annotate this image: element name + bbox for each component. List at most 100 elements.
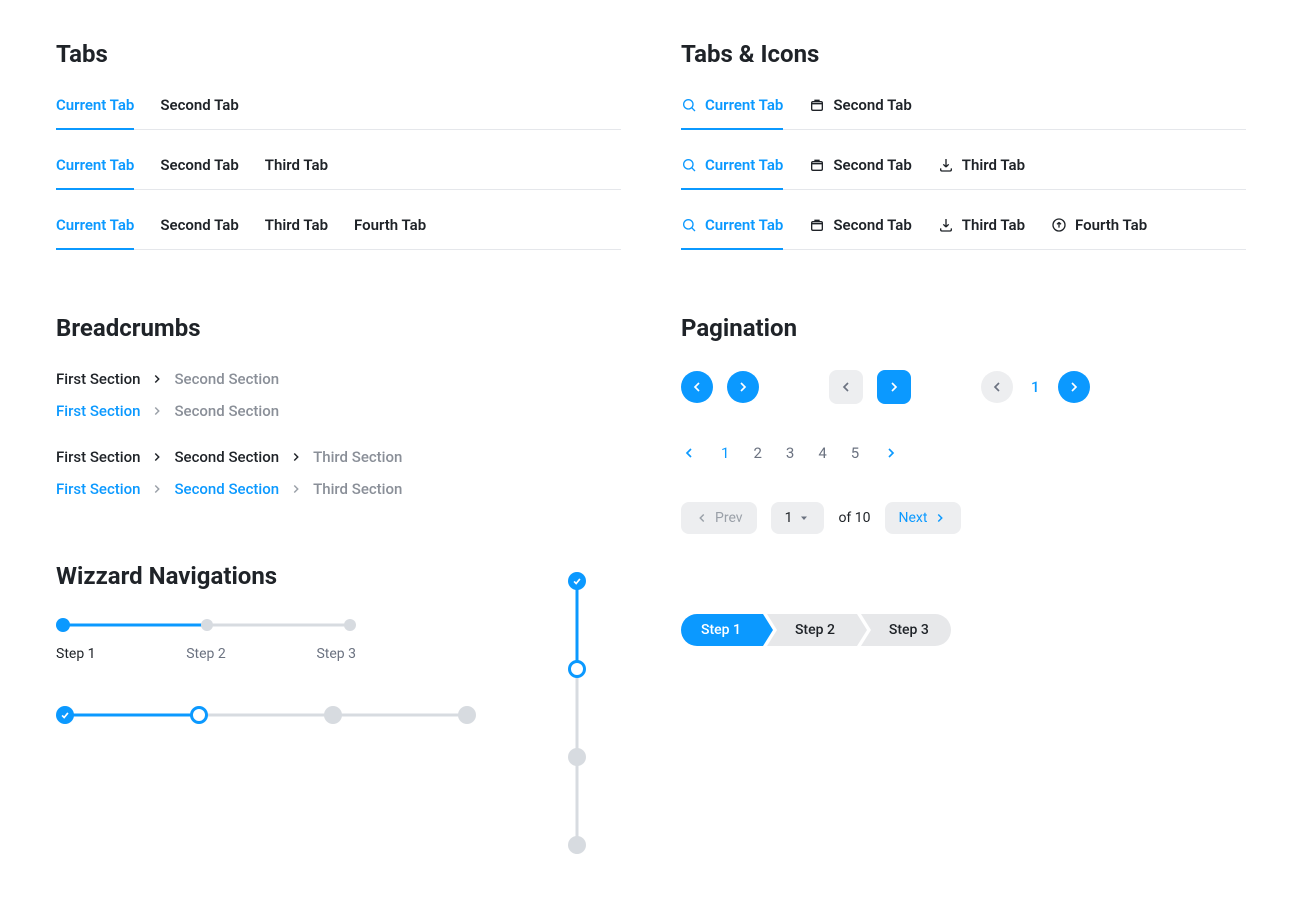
wizard-4step bbox=[56, 706, 476, 724]
pagination-numbers: 1 2 3 4 5 bbox=[681, 444, 1246, 462]
download-icon bbox=[938, 217, 954, 233]
chevron-right-icon bbox=[150, 482, 164, 496]
chevron-right-icon bbox=[150, 450, 164, 464]
wizard-dot-3[interactable] bbox=[324, 706, 342, 724]
next-button[interactable] bbox=[877, 370, 911, 404]
tabbar-2: Current Tab Second Tab bbox=[56, 96, 621, 130]
wizard-dot-2[interactable] bbox=[201, 619, 213, 631]
tabbar-icons-2: Current Tab Second Tab bbox=[681, 96, 1246, 130]
tabbar-4: Current Tab Second Tab Third Tab Fourth … bbox=[56, 216, 621, 250]
prev-button[interactable] bbox=[829, 370, 863, 404]
crumb-first[interactable]: First Section bbox=[56, 402, 140, 420]
vwiz-dot-3[interactable] bbox=[568, 748, 586, 766]
wizard-label-2: Step 2 bbox=[186, 646, 226, 662]
crumb-third: Third Section bbox=[313, 448, 402, 466]
tab-current[interactable]: Current Tab bbox=[56, 96, 134, 130]
vwiz-dot-current[interactable] bbox=[568, 660, 586, 678]
page-4[interactable]: 4 bbox=[818, 444, 826, 462]
tab-current[interactable]: Current Tab bbox=[681, 96, 783, 130]
section-title-wizard: Wizzard Navigations bbox=[56, 562, 621, 590]
search-icon bbox=[681, 97, 697, 113]
tab-second[interactable]: Second Tab bbox=[160, 96, 238, 130]
next-button[interactable]: Next bbox=[885, 502, 962, 534]
next-button[interactable] bbox=[727, 371, 759, 403]
tab-second[interactable]: Second Tab bbox=[809, 216, 911, 250]
section-title-breadcrumbs: Breadcrumbs bbox=[56, 314, 621, 342]
page-number: 1 bbox=[1027, 378, 1044, 396]
prev-button[interactable] bbox=[681, 371, 713, 403]
box-icon bbox=[809, 217, 825, 233]
section-title-tabs-icons: Tabs & Icons bbox=[681, 40, 1246, 68]
search-icon bbox=[681, 217, 697, 233]
wizard-step-3[interactable]: Step 3 bbox=[861, 614, 951, 646]
download-icon bbox=[938, 157, 954, 173]
page-total: of 10 bbox=[838, 510, 870, 526]
next-arrow[interactable] bbox=[883, 445, 899, 461]
vwiz-dot-done[interactable] bbox=[568, 572, 586, 590]
tab-current[interactable]: Current Tab bbox=[56, 156, 134, 190]
tab-second[interactable]: Second Tab bbox=[160, 216, 238, 250]
crumb-third: Third Section bbox=[313, 480, 402, 498]
tab-third[interactable]: Third Tab bbox=[265, 156, 328, 190]
next-button[interactable] bbox=[1058, 371, 1090, 403]
crumb-second[interactable]: Second Section bbox=[174, 448, 279, 466]
upload-circle-icon bbox=[1051, 217, 1067, 233]
wizard-dot-1[interactable] bbox=[56, 618, 70, 632]
chevron-right-icon bbox=[289, 450, 303, 464]
tabbar-icons-4: Current Tab Second Tab Third Tab Fourth … bbox=[681, 216, 1246, 250]
page-select[interactable]: 1 bbox=[771, 502, 825, 534]
tab-current[interactable]: Current Tab bbox=[56, 216, 134, 250]
tab-second[interactable]: Second Tab bbox=[809, 156, 911, 190]
prev-button[interactable] bbox=[981, 371, 1013, 403]
pagination-circles: 1 bbox=[681, 370, 1246, 404]
wizard-vertical bbox=[568, 572, 586, 862]
breadcrumb-row: First Section Second Section Third Secti… bbox=[56, 448, 621, 466]
wizard-dot-done[interactable] bbox=[56, 706, 74, 724]
page-5[interactable]: 5 bbox=[851, 444, 859, 462]
prev-button[interactable]: Prev bbox=[681, 502, 757, 534]
wizard-3step: Step 1 Step 2 Step 3 bbox=[56, 618, 356, 662]
breadcrumb-row: First Section Second Section bbox=[56, 370, 621, 388]
crumb-second: Second Section bbox=[174, 370, 279, 388]
tabbar-icons-3: Current Tab Second Tab Third Tab bbox=[681, 156, 1246, 190]
tab-second[interactable]: Second Tab bbox=[809, 96, 911, 130]
crumb-first[interactable]: First Section bbox=[56, 480, 140, 498]
breadcrumb-row: First Section Second Section Third Secti… bbox=[56, 480, 621, 498]
wizard-label-1: Step 1 bbox=[56, 646, 96, 662]
crumb-first[interactable]: First Section bbox=[56, 370, 140, 388]
chevron-right-icon bbox=[289, 482, 303, 496]
section-title-tabs: Tabs bbox=[56, 40, 621, 68]
wizard-label-3: Step 3 bbox=[316, 646, 356, 662]
tab-third[interactable]: Third Tab bbox=[265, 216, 328, 250]
page-2[interactable]: 2 bbox=[753, 444, 761, 462]
wizard-step-1[interactable]: Step 1 bbox=[681, 614, 763, 646]
crumb-first[interactable]: First Section bbox=[56, 448, 140, 466]
crumb-second: Second Section bbox=[174, 402, 279, 420]
vwiz-dot-4[interactable] bbox=[568, 836, 586, 854]
tab-fourth[interactable]: Fourth Tab bbox=[1051, 216, 1147, 250]
crumb-second[interactable]: Second Section bbox=[174, 480, 279, 498]
tab-current[interactable]: Current Tab bbox=[681, 156, 783, 190]
tabbar-3: Current Tab Second Tab Third Tab bbox=[56, 156, 621, 190]
chevron-right-icon bbox=[150, 372, 164, 386]
page-1[interactable]: 1 bbox=[721, 444, 729, 462]
chevron-right-icon bbox=[150, 404, 164, 418]
tab-second[interactable]: Second Tab bbox=[160, 156, 238, 190]
box-icon bbox=[809, 97, 825, 113]
wizard-arrows: Step 1 Step 2 Step 3 bbox=[681, 614, 1246, 646]
breadcrumb-row: First Section Second Section bbox=[56, 402, 621, 420]
section-title-pagination: Pagination bbox=[681, 314, 1246, 342]
tab-third[interactable]: Third Tab bbox=[938, 216, 1025, 250]
search-icon bbox=[681, 157, 697, 173]
pagination-controls: Prev 1 of 10 Next bbox=[681, 502, 1246, 534]
tab-fourth[interactable]: Fourth Tab bbox=[354, 216, 426, 250]
prev-arrow[interactable] bbox=[681, 445, 697, 461]
tab-current[interactable]: Current Tab bbox=[681, 216, 783, 250]
wizard-step-2[interactable]: Step 2 bbox=[767, 614, 857, 646]
wizard-dot-4[interactable] bbox=[458, 706, 476, 724]
box-icon bbox=[809, 157, 825, 173]
tab-third[interactable]: Third Tab bbox=[938, 156, 1025, 190]
page-3[interactable]: 3 bbox=[786, 444, 794, 462]
wizard-dot-3[interactable] bbox=[344, 619, 356, 631]
wizard-dot-current[interactable] bbox=[190, 706, 208, 724]
